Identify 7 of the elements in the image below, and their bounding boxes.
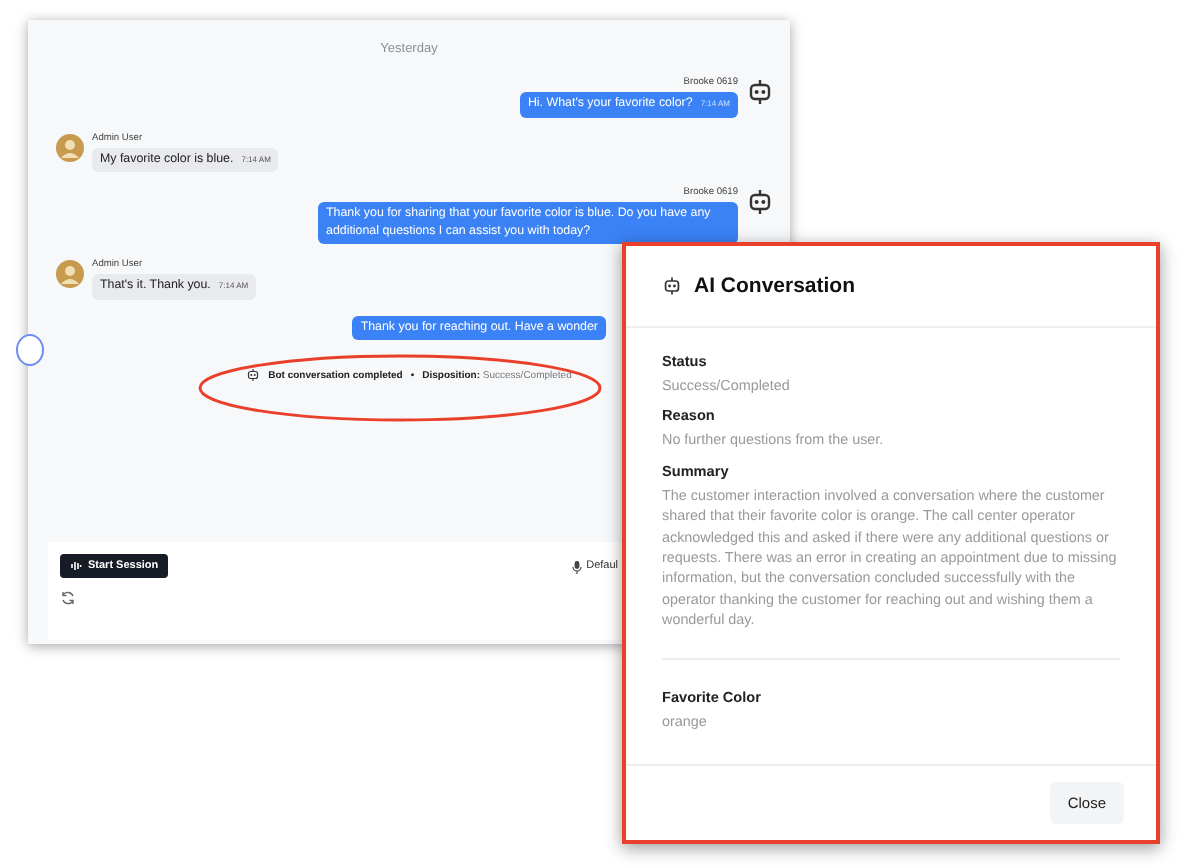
microphone-icon xyxy=(572,559,583,573)
collapse-handle[interactable] xyxy=(16,334,44,366)
refresh-icon[interactable] xyxy=(60,590,76,606)
waveform-icon xyxy=(70,560,82,572)
bot-icon xyxy=(246,368,261,382)
bot-icon xyxy=(662,276,682,296)
dialog-title: AI Conversation xyxy=(694,274,856,298)
